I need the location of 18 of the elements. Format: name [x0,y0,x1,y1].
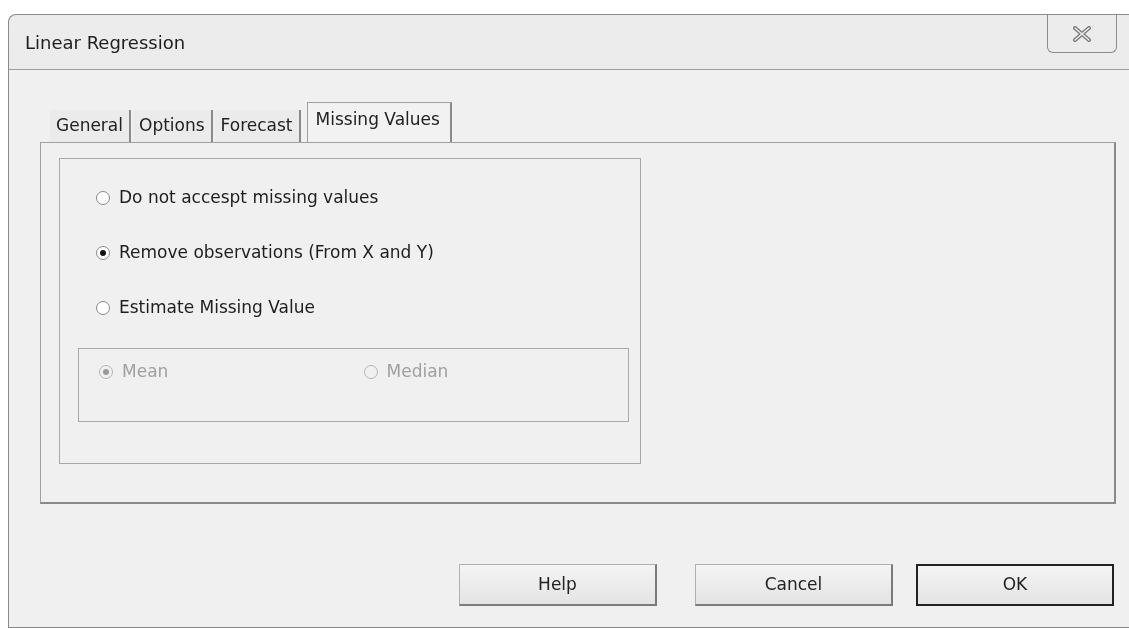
close-icon [1073,25,1091,42]
option-label: Mean [122,360,169,384]
close-button[interactable] [1047,15,1117,53]
option-label: Median [386,360,449,384]
option-label: Remove observations (From X and Y) [119,241,434,265]
radio-option[interactable]: Remove observations (From X and Y) [96,238,434,268]
dialog-button[interactable]: Cancel [695,564,893,606]
tab[interactable]: Options [133,109,213,142]
radio-option[interactable]: Estimate Missing Value [96,293,315,323]
dialog-button[interactable]: OK [916,564,1114,606]
tab[interactable]: Missing Values [306,101,452,142]
tab[interactable]: General [50,109,131,142]
option-label: Do not accespt missing values [119,186,379,210]
tab[interactable]: Forecast [214,109,301,142]
dialog-button[interactable]: Help [459,564,657,606]
radio-option[interactable]: Do not accespt missing values [96,183,379,213]
window-title: Linear Regression [25,30,186,55]
option-label: Estimate Missing Value [119,296,315,320]
